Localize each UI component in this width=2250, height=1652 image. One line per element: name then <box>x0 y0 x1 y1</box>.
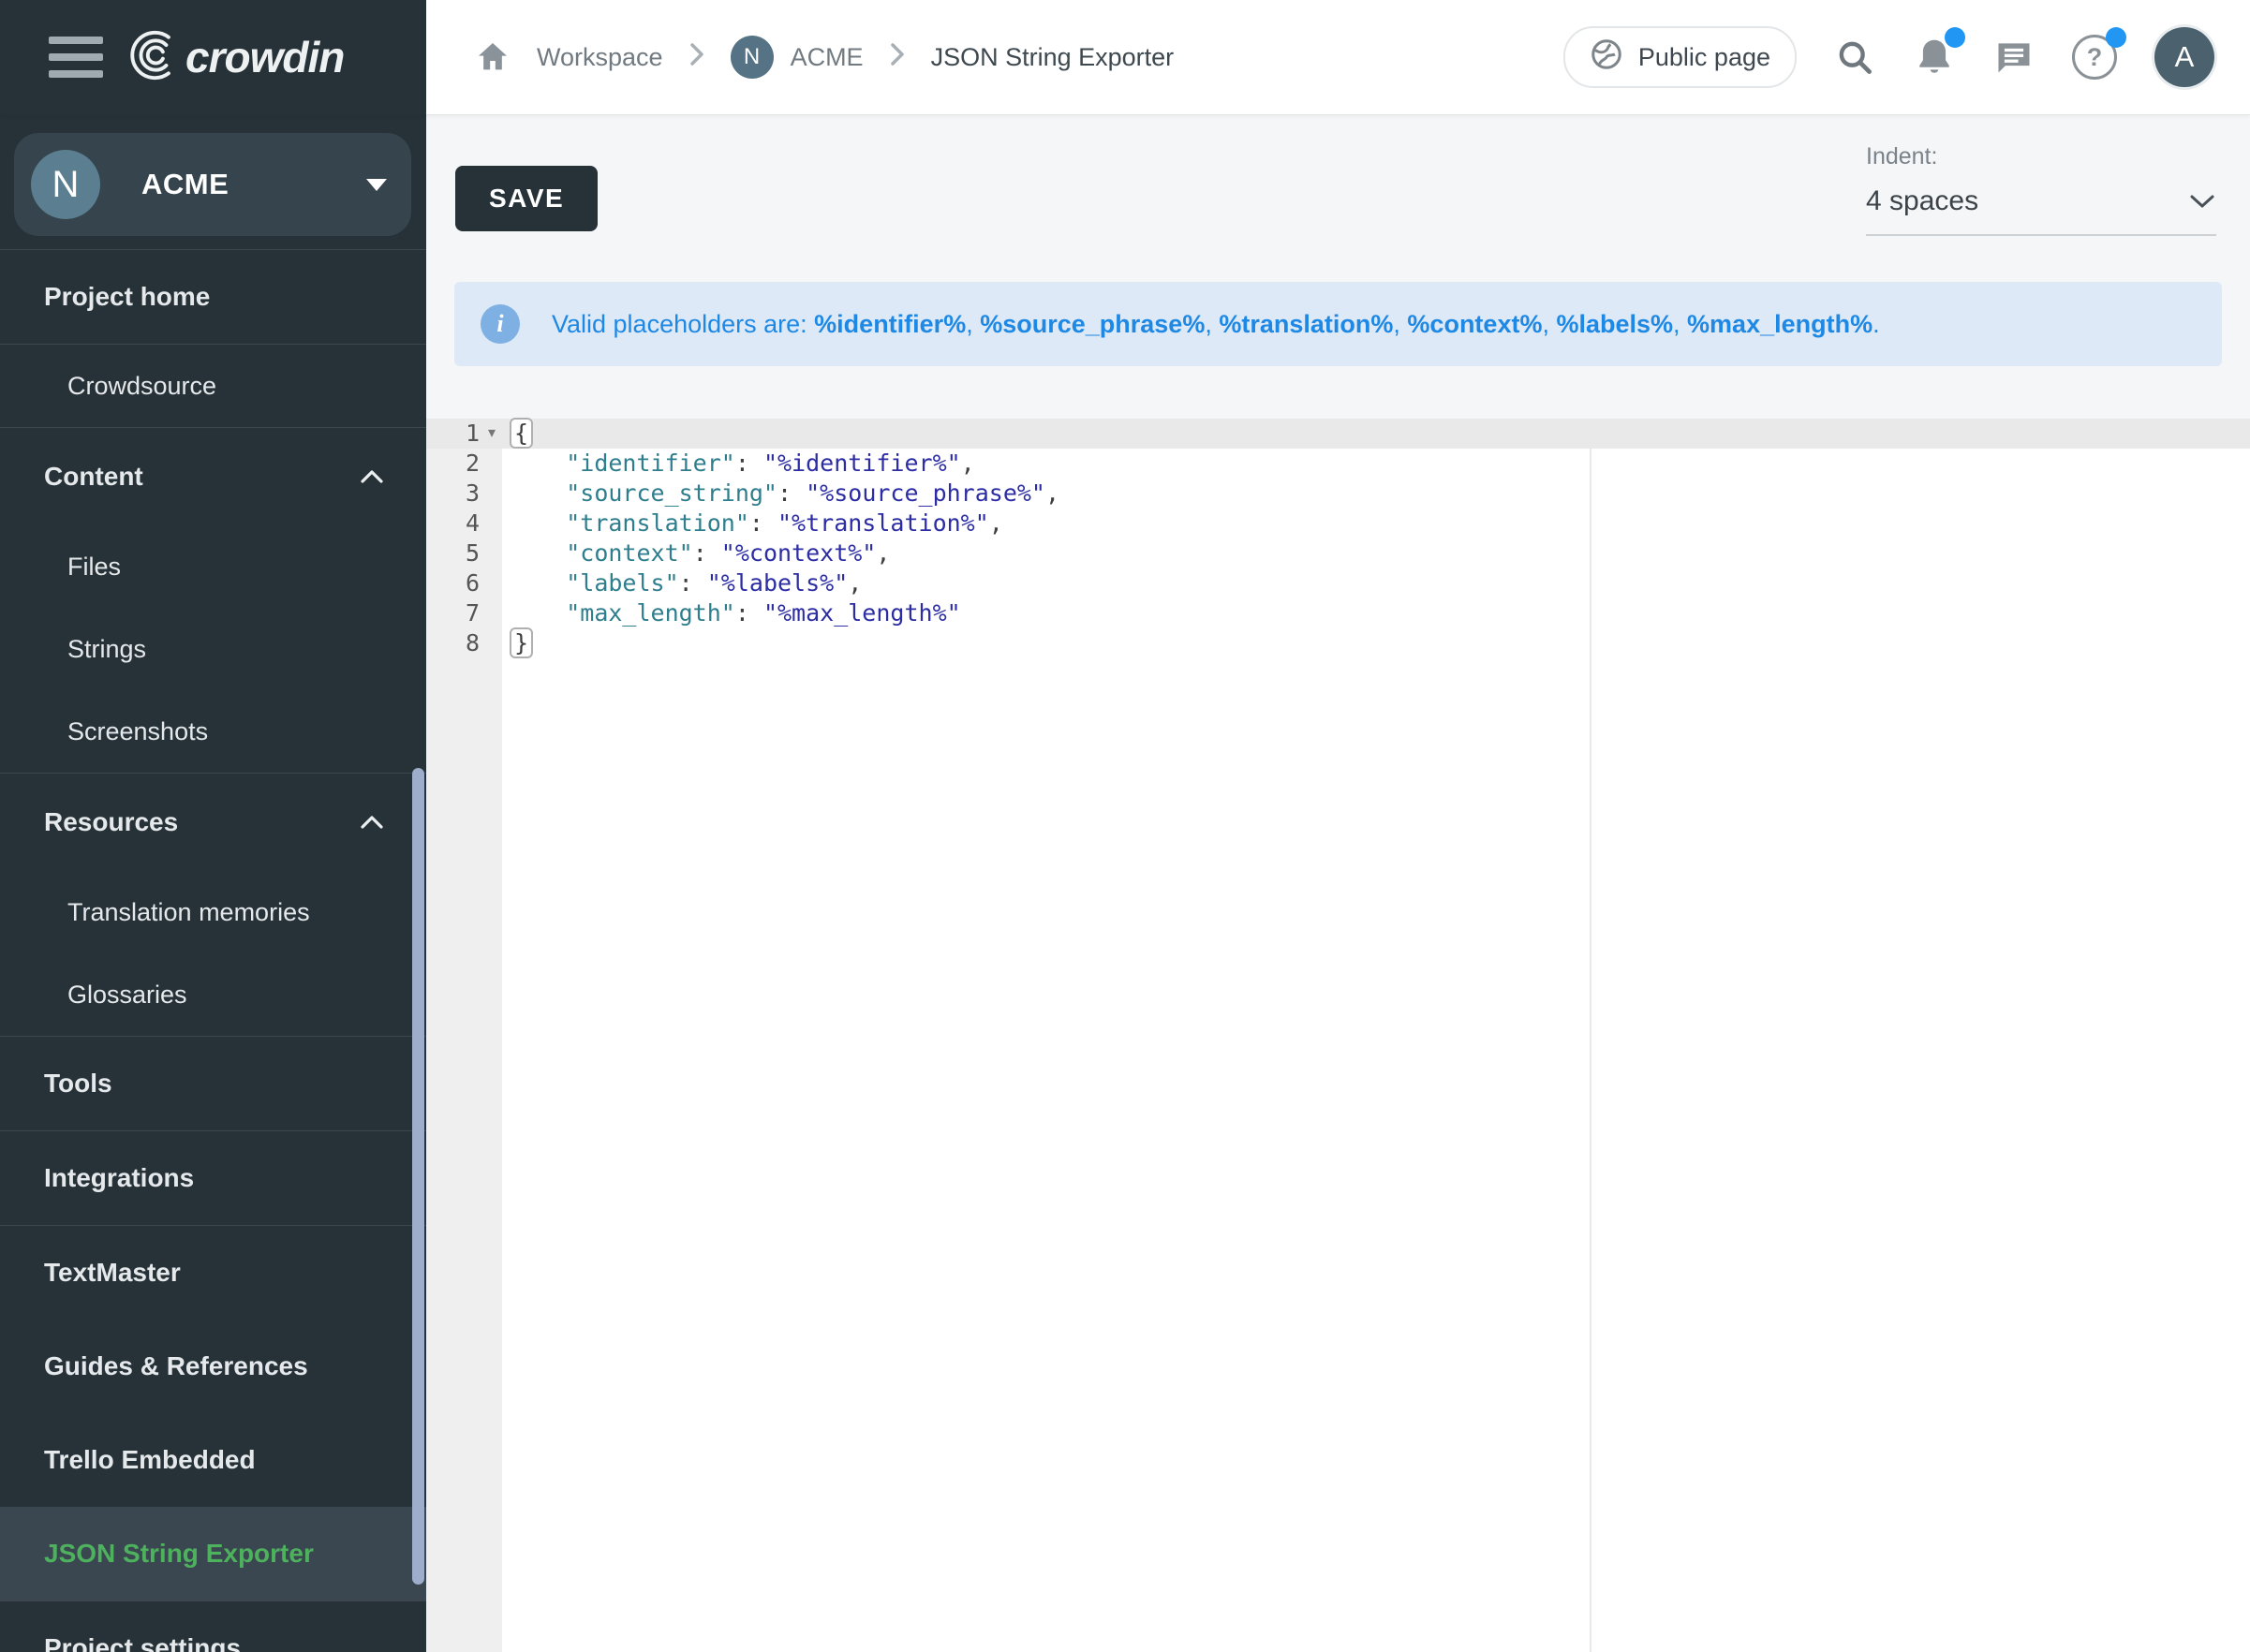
caret-down-icon <box>366 179 387 191</box>
indent-label: Indent: <box>1866 143 2216 170</box>
info-icon: i <box>481 304 520 344</box>
breadcrumb: Workspace N ACME JSON String Exporter <box>473 36 1174 79</box>
code-line: 2 "identifier": "%identifier%", <box>426 449 2250 479</box>
sidebar-item-integrations[interactable]: Integrations <box>0 1131 426 1225</box>
sidebar-item-label: Resources <box>44 807 178 837</box>
breadcrumb-current: JSON String Exporter <box>931 43 1175 72</box>
sidebar-item-textmaster[interactable]: TextMaster <box>0 1226 426 1320</box>
sidebar-item-strings[interactable]: Strings <box>0 608 426 690</box>
project-name: ACME <box>141 168 229 201</box>
sidebar-item-label: Tools <box>44 1069 112 1099</box>
notifications-bell-icon[interactable] <box>1913 35 1956 80</box>
breadcrumb-project-label: ACME <box>791 43 864 72</box>
sidebar-item-label: Guides & References <box>44 1351 308 1381</box>
topbar-actions: Public page ? A <box>1563 26 2214 88</box>
code-line: 4 "translation": "%translation%", <box>426 509 2250 538</box>
sidebar-item-label: Project settings <box>44 1633 241 1652</box>
line-number: 7 <box>426 598 480 628</box>
chevron-up-icon[interactable] <box>359 807 385 837</box>
sidebar-item-project-settings[interactable]: Project settings <box>0 1601 426 1652</box>
crowdin-wordmark: crowdin <box>185 32 344 82</box>
sidebar: N ACME Project home Crowdsource Content Fil… <box>0 114 426 1652</box>
sidebar-item-label: Glossaries <box>67 981 187 1010</box>
sidebar-item-screenshots[interactable]: Screenshots <box>0 690 426 773</box>
help-icon[interactable]: ? <box>2072 35 2117 80</box>
project-avatar: N <box>731 36 774 79</box>
sidebar-scrollbar[interactable] <box>412 768 424 1585</box>
topbar-brand: crowdin <box>0 0 426 115</box>
line-number: 5 <box>426 538 480 568</box>
sidebar-item-label: Trello Embedded <box>44 1445 256 1475</box>
line-number: 8 <box>426 628 480 658</box>
topbar: crowdin Workspace N ACME JSON String Exp… <box>0 0 2250 115</box>
sidebar-item-label: Content <box>44 462 143 492</box>
line-number: 2 <box>426 449 480 479</box>
sidebar-item-label: Integrations <box>44 1163 194 1193</box>
sidebar-item-guides-references[interactable]: Guides & References <box>0 1320 426 1413</box>
sidebar-item-label: TextMaster <box>44 1258 181 1288</box>
indent-value: 4 spaces <box>1866 185 1978 217</box>
globe-icon <box>1590 37 1623 78</box>
sidebar-item-label: JSON String Exporter <box>44 1539 314 1569</box>
help-badge <box>2106 27 2126 48</box>
sidebar-item-files[interactable]: Files <box>0 525 426 608</box>
breadcrumb-project[interactable]: N ACME <box>731 36 864 79</box>
sidebar-item-crowdsource[interactable]: Crowdsource <box>0 345 426 427</box>
chevron-down-icon <box>2188 185 2216 217</box>
sidebar-item-resources[interactable]: Resources <box>0 774 426 871</box>
code-line: 5 "context": "%context%", <box>426 538 2250 568</box>
sidebar-item-content[interactable]: Content <box>0 428 426 525</box>
messages-icon[interactable] <box>1993 37 2035 78</box>
sidebar-item-label: Strings <box>67 635 146 664</box>
line-number: 1 <box>426 419 480 449</box>
fold-arrow-icon[interactable]: ▾ <box>480 419 504 449</box>
sidebar-menu: Project home Crowdsource Content Files Strin… <box>0 249 426 1652</box>
chevron-right-icon <box>688 40 706 75</box>
code-line: 6 "labels": "%labels%", <box>426 568 2250 598</box>
sidebar-item-translation-memories[interactable]: Translation memories <box>0 871 426 953</box>
code-lines: 1▾{2 "identifier": "%identifier%",3 "sou… <box>426 419 2250 658</box>
code-line: 3 "source_string": "%source_phrase%", <box>426 479 2250 509</box>
indent-select[interactable]: 4 spaces <box>1866 185 2216 236</box>
banner-text: Valid placeholders are: %identifier%, %s… <box>552 310 1880 339</box>
project-avatar-large: N <box>31 150 100 219</box>
menu-toggle-icon[interactable] <box>49 37 103 78</box>
line-number: 3 <box>426 479 480 509</box>
sidebar-item-label: Files <box>67 553 121 582</box>
project-selector[interactable]: N ACME <box>14 133 411 236</box>
main-content: SAVE Indent: 4 spaces i Valid placeholde… <box>426 115 2250 1652</box>
sidebar-item-glossaries[interactable]: Glossaries <box>0 953 426 1036</box>
user-avatar[interactable]: A <box>2154 27 2214 87</box>
public-page-button[interactable]: Public page <box>1563 26 1797 88</box>
crowdin-logo[interactable]: crowdin <box>126 28 344 87</box>
sidebar-item-label: Project home <box>44 282 210 312</box>
crowdin-app: crowdin Workspace N ACME JSON String Exp… <box>0 0 2250 1652</box>
indent-control: Indent: 4 spaces <box>1866 143 2216 236</box>
line-number: 6 <box>426 568 480 598</box>
chevron-up-icon[interactable] <box>359 462 385 492</box>
sidebar-item-project-home[interactable]: Project home <box>0 250 426 344</box>
breadcrumb-workspace[interactable]: Workspace <box>537 43 663 72</box>
info-banner: i Valid placeholders are: %identifier%, … <box>454 282 2222 366</box>
code-line: 8} <box>426 628 2250 658</box>
public-page-label: Public page <box>1638 43 1770 72</box>
sidebar-item-label: Screenshots <box>67 717 208 746</box>
save-button[interactable]: SAVE <box>455 166 598 231</box>
home-icon[interactable] <box>473 38 512 76</box>
code-line: 7 "max_length": "%max_length%" <box>426 598 2250 628</box>
search-icon[interactable] <box>1834 37 1875 78</box>
code-line: 1▾{ <box>426 419 2250 449</box>
sidebar-item-json-string-exporter[interactable]: JSON String Exporter <box>0 1507 426 1600</box>
sidebar-item-trello-embedded[interactable]: Trello Embedded <box>0 1413 426 1507</box>
sidebar-item-tools[interactable]: Tools <box>0 1037 426 1130</box>
notification-badge <box>1945 27 1965 48</box>
crowdin-swirl-icon <box>126 28 180 87</box>
sidebar-item-label: Crowdsource <box>67 372 216 401</box>
line-number: 4 <box>426 509 480 538</box>
chevron-right-icon <box>888 40 907 75</box>
sidebar-item-label: Translation memories <box>67 898 310 927</box>
code-editor[interactable]: 1▾{2 "identifier": "%identifier%",3 "sou… <box>426 419 2250 1652</box>
